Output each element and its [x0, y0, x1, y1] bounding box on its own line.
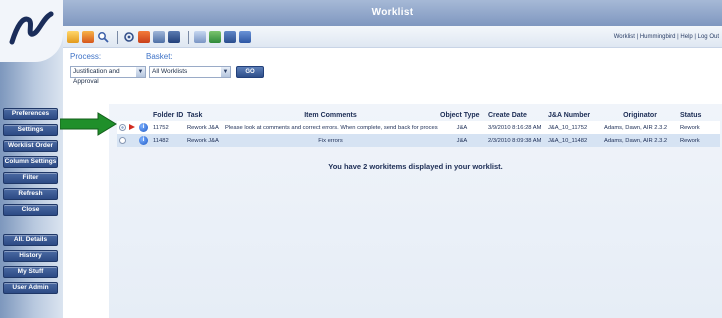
toolbar-separator [117, 30, 118, 44]
basket-label: Basket: [146, 52, 173, 61]
play-arrow-icon [129, 124, 135, 131]
toolbar: Worklist | Hummingbird | Help | Log Out [63, 26, 722, 48]
sidebar-item-my-stuff[interactable]: My Stuff [3, 266, 58, 278]
object-type-cell: J&A [438, 134, 486, 147]
new-folder-icon[interactable] [82, 31, 94, 43]
task-cell[interactable]: Rework J&A [185, 121, 223, 134]
originator-cell: Adams, Dawn, AIR 2.3.2 [602, 134, 678, 147]
worklist-table: Folder ID Task Item Comments Object Type… [117, 110, 720, 147]
sidebar-item-filter[interactable]: Filter [3, 172, 58, 184]
folder-icon[interactable] [67, 31, 79, 43]
process-label: Process: [70, 52, 102, 61]
basket-select[interactable]: All Worklists ▼ [149, 66, 231, 78]
tree-icon[interactable] [209, 31, 221, 43]
logo-area [0, 0, 63, 62]
column-header-create-date[interactable]: Create Date [486, 110, 546, 121]
column-header-object-type[interactable]: Object Type [438, 110, 486, 121]
inbox-icon[interactable] [138, 31, 150, 43]
filter-bar: Process: Basket: Justification and Appro… [68, 50, 468, 96]
go-button[interactable]: GO [236, 66, 264, 78]
calendar-icon[interactable] [153, 31, 165, 43]
column-header-item-comments[interactable]: Item Comments [223, 110, 438, 121]
table-row[interactable]: i 11752 Rework J&A Please look at commen… [117, 121, 720, 134]
info-icon[interactable]: i [139, 123, 148, 132]
basket-select-value: All Worklists [152, 68, 188, 75]
object-type-cell: J&A [438, 121, 486, 134]
status-cell: Rework [678, 134, 720, 147]
originator-cell: Adams, Dawn, AIR 2.3.2 [602, 121, 678, 134]
comments-cell: Please look at comments and correct erro… [223, 121, 438, 134]
ja-number-cell: J&A_10_11482 [546, 134, 602, 147]
column-header-ja-number[interactable]: J&A Number [546, 110, 602, 121]
toolbar-icons [67, 30, 254, 44]
row-marker [127, 121, 137, 134]
info-icon[interactable]: i [139, 136, 148, 145]
sidebar-group-bottom: All. Details History My Stuff User Admin [3, 234, 59, 298]
process-select[interactable]: Justification and Approval ▼ [70, 66, 146, 85]
left-sidebar: Preferences Settings Worklist Order Colu… [0, 0, 63, 318]
sidebar-item-refresh[interactable]: Refresh [3, 188, 58, 200]
create-date-cell: 2/3/2010 8:09:38 AM [486, 134, 546, 147]
row-select[interactable] [117, 134, 127, 147]
row-info[interactable]: i [137, 121, 151, 134]
swoosh-logo-icon [9, 11, 54, 45]
sidebar-item-user-admin[interactable]: User Admin [3, 282, 58, 294]
row-info[interactable]: i [137, 134, 151, 147]
folder-id-cell: 11482 [151, 134, 185, 147]
column-header [127, 110, 137, 121]
create-date-cell: 3/9/2010 8:16:28 AM [486, 121, 546, 134]
column-header-status[interactable]: Status [678, 110, 720, 121]
ja-number-cell: J&A_10_11752 [546, 121, 602, 134]
sidebar-item-history[interactable]: History [3, 250, 58, 262]
toolbar-separator [188, 30, 189, 44]
edit-icon[interactable] [194, 31, 206, 43]
row-marker [127, 134, 137, 147]
status-cell: Rework [678, 121, 720, 134]
process-select-value: Justification and Approval [73, 68, 120, 85]
top-links[interactable]: Worklist | Hummingbird | Help | Log Out [614, 34, 719, 40]
chevron-down-icon[interactable]: ▼ [136, 67, 145, 77]
row-select[interactable] [117, 121, 127, 134]
column-header-originator[interactable]: Originator [602, 110, 678, 121]
title-bar: Worklist [63, 0, 722, 26]
print-icon[interactable] [168, 31, 180, 43]
worklist-summary: You have 2 workitems displayed in your w… [328, 162, 503, 171]
radio-button[interactable] [119, 136, 126, 144]
window-title: Worklist [371, 7, 414, 18]
search-icon[interactable] [97, 31, 109, 43]
sidebar-item-worklist-order[interactable]: Worklist Order [3, 140, 58, 152]
column-header-folder-id[interactable]: Folder ID [151, 110, 185, 121]
sidebar-item-all-details[interactable]: All. Details [3, 234, 58, 246]
sidebar-item-preferences[interactable]: Preferences [3, 108, 58, 120]
folder-id-cell: 11752 [151, 121, 185, 134]
settings-icon[interactable] [123, 31, 135, 43]
table-row[interactable]: i 11482 Rework J&A Fix errors J&A 2/3/20… [117, 134, 720, 147]
column-header [137, 110, 151, 121]
sidebar-group-top: Preferences Settings Worklist Order Colu… [3, 108, 59, 220]
column-header-task[interactable]: Task [185, 110, 223, 121]
sidebar-item-column-settings[interactable]: Column Settings [3, 156, 58, 168]
task-cell[interactable]: Rework J&A [185, 134, 223, 147]
column-header [117, 110, 127, 121]
table-icon[interactable] [224, 31, 236, 43]
chevron-down-icon[interactable]: ▼ [221, 67, 230, 77]
green-arrow-icon [60, 112, 117, 136]
radio-button[interactable] [119, 123, 126, 131]
sidebar-item-settings[interactable]: Settings [3, 124, 58, 136]
table-header-row: Folder ID Task Item Comments Object Type… [117, 110, 720, 121]
report-icon[interactable] [239, 31, 251, 43]
worklist-panel: Folder ID Task Item Comments Object Type… [109, 104, 722, 318]
main-content: Process: Basket: Justification and Appro… [63, 48, 722, 318]
sidebar-item-close[interactable]: Close [3, 204, 58, 216]
comments-cell: Fix errors [223, 134, 438, 147]
